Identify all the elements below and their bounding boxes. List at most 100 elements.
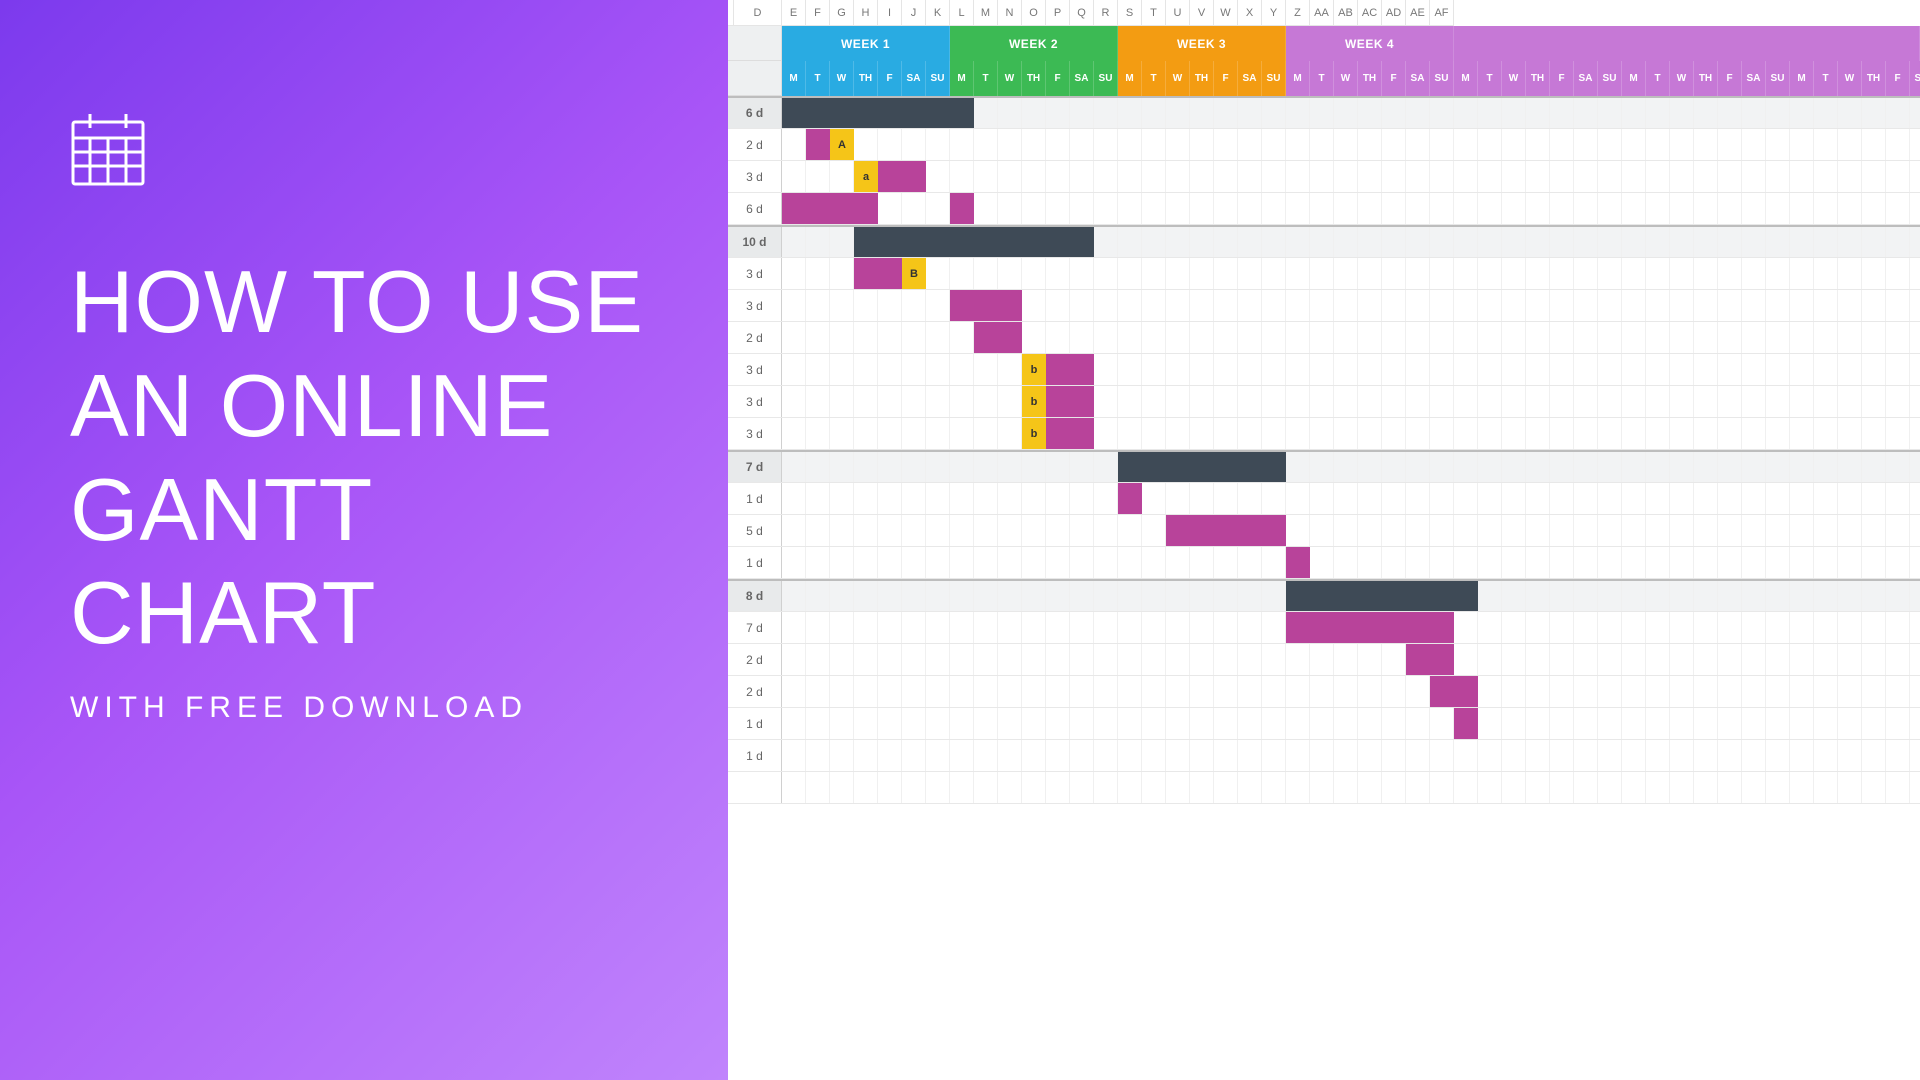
task-row: 7 d	[728, 612, 1920, 644]
task-row: 3 d b	[728, 386, 1920, 418]
milestone-marker: b	[1022, 386, 1046, 417]
summary-bar	[782, 98, 974, 128]
summary-bar	[1118, 452, 1286, 482]
row-cells	[782, 581, 1920, 611]
duration-label: 5 d	[728, 515, 782, 546]
row-cells	[782, 547, 1920, 578]
day-header: TH	[1526, 61, 1550, 96]
week-band-row: WEEK 1WEEK 2WEEK 3WEEK 4	[728, 26, 1920, 61]
week-header: WEEK 1	[782, 26, 950, 61]
duration-label: 2 d	[728, 676, 782, 707]
task-bar	[1286, 612, 1454, 643]
calendar-icon	[70, 110, 146, 190]
day-header: TH	[854, 61, 878, 96]
row-cells	[782, 98, 1920, 128]
column-header: AD	[1382, 0, 1406, 26]
task-bar	[782, 193, 878, 224]
day-header: TH	[1862, 61, 1886, 96]
column-header: S	[1118, 0, 1142, 26]
duration-label: 1 d	[728, 708, 782, 739]
duration-label: 1 d	[728, 483, 782, 514]
day-header: F	[1046, 61, 1070, 96]
day-header: M	[782, 61, 806, 96]
day-header: W	[998, 61, 1022, 96]
column-header: AA	[1310, 0, 1334, 26]
gantt-chart: DEFGHIJKLMNOPQRSTUVWXYZAAABACADAEAF WEEK…	[728, 0, 1920, 1080]
day-header: T	[1478, 61, 1502, 96]
duration-label: 6 d	[728, 193, 782, 224]
day-header: F	[1550, 61, 1574, 96]
week-header: WEEK 4	[1286, 26, 1454, 61]
task-bar	[974, 322, 1022, 353]
duration-label: 3 d	[728, 386, 782, 417]
row-cells: a	[782, 161, 1920, 192]
day-header: T	[974, 61, 998, 96]
task-row: 2 d	[728, 322, 1920, 354]
task-row: 3 d	[728, 290, 1920, 322]
summary-row: 7 d	[728, 450, 1920, 483]
row-cells	[782, 227, 1920, 257]
day-header: M	[950, 61, 974, 96]
summary-row: 6 d	[728, 96, 1920, 129]
column-header: AB	[1334, 0, 1358, 26]
row-cells	[782, 708, 1920, 739]
week-header-fill	[1454, 26, 1920, 61]
duration-label	[728, 772, 782, 803]
column-header: AE	[1406, 0, 1430, 26]
task-bar	[950, 290, 1022, 321]
column-header: Y	[1262, 0, 1286, 26]
gantt-rows: 6 d2 dA3 da6 d10 d3 dB3 d2 d3 db3 db3 db…	[728, 96, 1920, 804]
row-cells: b	[782, 418, 1920, 449]
task-row: 1 d	[728, 740, 1920, 772]
row-cells	[782, 483, 1920, 514]
row-cells	[782, 740, 1920, 771]
row-cells	[782, 193, 1920, 224]
task-bar	[854, 258, 902, 289]
column-header: J	[902, 0, 926, 26]
row-cells	[782, 612, 1920, 643]
day-header: F	[1718, 61, 1742, 96]
row-cells	[782, 290, 1920, 321]
milestone-marker: b	[1022, 418, 1046, 449]
column-header: O	[1022, 0, 1046, 26]
task-bar	[878, 161, 926, 192]
day-header: SA	[1910, 61, 1920, 96]
day-header: SU	[1598, 61, 1622, 96]
day-header: SU	[1262, 61, 1286, 96]
column-header: AF	[1430, 0, 1454, 26]
day-header: TH	[1694, 61, 1718, 96]
row-cells: b	[782, 386, 1920, 417]
column-header: N	[998, 0, 1022, 26]
column-header: AC	[1358, 0, 1382, 26]
column-header: E	[782, 0, 806, 26]
duration-label: 7 d	[728, 452, 782, 482]
task-bar	[1454, 708, 1478, 739]
duration-label: 6 d	[728, 98, 782, 128]
milestone-marker: B	[902, 258, 926, 289]
week-header: WEEK 2	[950, 26, 1118, 61]
column-header-row: DEFGHIJKLMNOPQRSTUVWXYZAAABACADAEAF	[728, 0, 1920, 26]
day-header: SA	[1742, 61, 1766, 96]
page-subtitle: WITH FREE DOWNLOAD	[70, 691, 658, 725]
day-header: W	[1166, 61, 1190, 96]
duration-label: 1 d	[728, 740, 782, 771]
day-header: SU	[1766, 61, 1790, 96]
task-row: 2 d	[728, 644, 1920, 676]
task-bar	[950, 193, 974, 224]
day-header: SA	[1406, 61, 1430, 96]
day-header: SU	[926, 61, 950, 96]
day-header: M	[1118, 61, 1142, 96]
day-header: F	[1382, 61, 1406, 96]
milestone-marker: a	[854, 161, 878, 192]
row-cells	[782, 515, 1920, 546]
day-header: T	[1142, 61, 1166, 96]
day-header: TH	[1022, 61, 1046, 96]
column-header: V	[1190, 0, 1214, 26]
duration-label: 3 d	[728, 290, 782, 321]
column-header: R	[1094, 0, 1118, 26]
task-row: 3 da	[728, 161, 1920, 193]
duration-label: 3 d	[728, 258, 782, 289]
column-header: U	[1166, 0, 1190, 26]
day-header: TH	[1190, 61, 1214, 96]
day-header: W	[830, 61, 854, 96]
